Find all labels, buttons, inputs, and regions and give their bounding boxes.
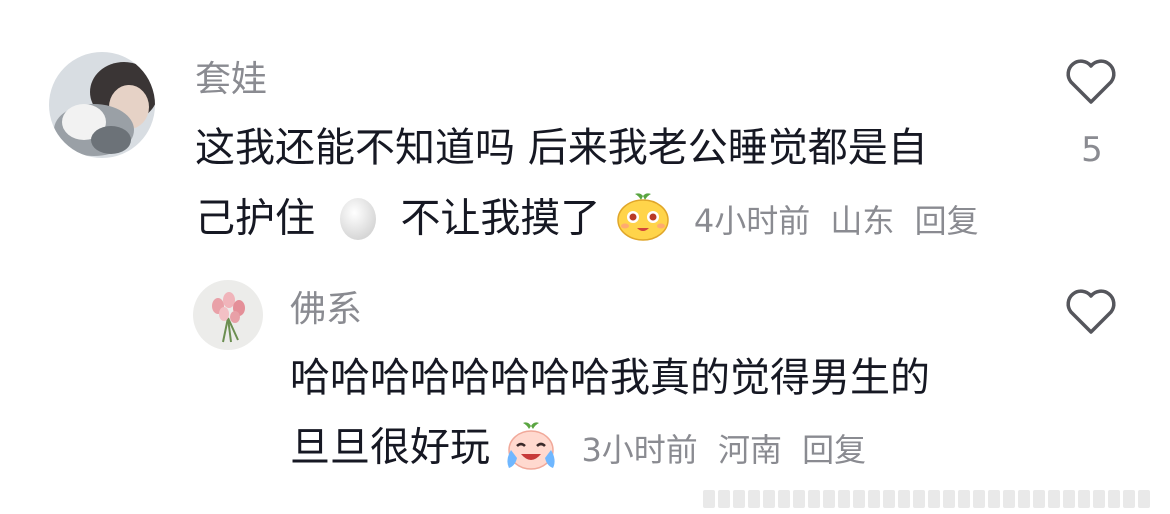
timestamp: 4小时前	[693, 201, 811, 240]
username[interactable]: 套娃	[195, 62, 267, 98]
comment-text-line: 哈哈哈哈哈哈哈哈我真的觉得男生的	[290, 355, 930, 401]
comment-text-segment: 不让我摸了	[400, 195, 601, 242]
like-button[interactable]	[1065, 58, 1117, 110]
comment-meta: 3小时前 河南 回复	[571, 434, 866, 466]
reply-button[interactable]: 回复	[915, 202, 979, 240]
timestamp: 3小时前	[581, 430, 698, 469]
comment-text-line: 己护住 不让我摸了 4小时前 山东 回复	[195, 192, 979, 249]
location: 河南	[717, 430, 782, 469]
laugh-cry-emoji-icon	[503, 420, 559, 479]
comment-meta: 4小时前 山东 回复	[684, 205, 979, 237]
heart-icon	[1066, 59, 1116, 104]
egg-emoji-icon	[336, 193, 380, 248]
avatar-image	[49, 52, 155, 158]
heart-icon	[1066, 289, 1116, 334]
avatar-image	[193, 280, 263, 350]
avatar[interactable]	[193, 280, 263, 350]
cute-smile-emoji-icon	[615, 192, 671, 249]
comment-text-line: 这我还能不知道吗 后来我老公睡觉都是自	[195, 125, 928, 171]
comment-text-segment: 旦旦很好玩	[290, 424, 490, 471]
reply-button[interactable]: 回复	[802, 431, 866, 469]
location: 山东	[830, 201, 895, 240]
like-count: 5	[1081, 130, 1103, 170]
comment-text-segment: 己护住	[195, 195, 315, 242]
like-button[interactable]	[1065, 288, 1117, 340]
watermark	[703, 490, 1150, 508]
username[interactable]: 佛系	[290, 292, 362, 328]
avatar[interactable]	[49, 52, 155, 158]
comment-text-line: 旦旦很好玩 3小时前 河南 回复	[290, 420, 866, 479]
